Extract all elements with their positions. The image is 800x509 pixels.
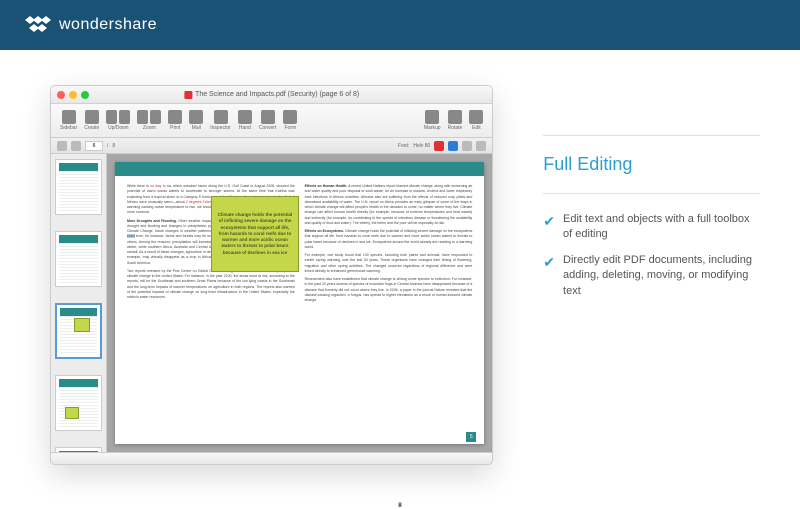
minimize-button[interactable] [69, 91, 77, 99]
convert-icon [261, 110, 275, 124]
zoom-icon [137, 110, 161, 124]
app-window: The Science and Impacts.pdf (Security) (… [50, 85, 493, 465]
sidebar-icon [62, 110, 76, 124]
divider [543, 135, 760, 136]
thumbnail-page[interactable] [55, 375, 102, 431]
print-icon [168, 110, 182, 124]
updown-tool[interactable]: Up/Down [103, 110, 133, 131]
logo: wondershare [25, 16, 157, 34]
main-toolbar: Sidebar Create Up/Down Zoom Print Mail I… [51, 104, 492, 138]
rotate-icon [448, 110, 462, 124]
font-label: Font: [398, 143, 409, 149]
pdf-page: Climate change holds the potential of in… [115, 162, 484, 444]
thumbnail-page[interactable] [55, 231, 102, 287]
page-body: Climate change holds the potential of in… [115, 176, 484, 444]
hand-icon [238, 110, 252, 124]
align-tool[interactable] [462, 141, 472, 151]
page-separator: / [107, 143, 108, 149]
mail-tool[interactable]: Mail [186, 110, 206, 131]
inspector-tool[interactable]: Inspector [207, 110, 234, 131]
feature-item: ✔ Edit text and objects with a full tool… [543, 212, 760, 243]
mail-icon [189, 110, 203, 124]
feature-title: Full Editing [543, 154, 760, 175]
convert-tool[interactable]: Convert [256, 110, 280, 131]
create-icon [85, 110, 99, 124]
check-icon: ✔ [543, 253, 555, 299]
rotate-tool[interactable]: Rotate [445, 110, 466, 131]
check-icon: ✔ [543, 212, 555, 243]
window-title: The Science and Impacts.pdf (Security) (… [184, 91, 359, 99]
content-area: The Science and Impacts.pdf (Security) (… [0, 50, 800, 500]
nav-forward-button[interactable] [71, 141, 81, 151]
column-right[interactable]: Effects on Human Health. A recent United… [305, 184, 473, 436]
print-tool[interactable]: Print [165, 110, 185, 131]
inspector-icon [214, 110, 228, 124]
document-area: 4 5 6 7 8 Climate change holds the poten… [51, 154, 492, 452]
secondary-toolbar: 6 / 8 Font: Helv 80 [51, 138, 492, 154]
pdf-file-icon [184, 91, 192, 99]
close-button[interactable] [57, 91, 65, 99]
window-titlebar: The Science and Impacts.pdf (Security) (… [51, 86, 492, 104]
page-number-input[interactable]: 6 [85, 141, 103, 151]
feature-panel: Full Editing ✔ Edit text and objects wit… [533, 85, 770, 470]
sidebar-tool[interactable]: Sidebar [57, 110, 80, 131]
form-tool[interactable]: Form [280, 110, 300, 131]
page-viewport[interactable]: Climate change holds the potential of in… [107, 154, 492, 452]
feature-item: ✔ Directly edit PDF documents, including… [543, 253, 760, 299]
divider [543, 193, 760, 194]
page-total: 8 [112, 143, 115, 149]
nav-back-button[interactable] [57, 141, 67, 151]
form-icon [283, 110, 297, 124]
page-header-band [115, 162, 484, 176]
traffic-lights [57, 91, 89, 99]
markup-tool[interactable]: Markup [421, 110, 444, 131]
statusbar [51, 452, 492, 464]
color-swatch-blue[interactable] [448, 141, 458, 151]
font-value[interactable]: Helv 80 [413, 143, 430, 149]
hand-tool[interactable]: Hand [235, 110, 255, 131]
brand-header: wondershare [0, 0, 800, 50]
style-tool[interactable] [476, 141, 486, 151]
markup-icon [425, 110, 439, 124]
edit-tool[interactable]: Edit [466, 110, 486, 131]
page-number-badge: 5 [466, 432, 476, 442]
thumbnail-panel: 4 5 6 7 8 [51, 154, 107, 452]
callout-box[interactable]: Climate change holds the potential of in… [211, 196, 299, 272]
thumbnail-page[interactable] [55, 159, 102, 215]
brand-name: wondershare [59, 16, 157, 34]
thumbnail-page[interactable] [55, 447, 102, 452]
maximize-button[interactable] [81, 91, 89, 99]
create-tool[interactable]: Create [81, 110, 102, 131]
zoom-tool[interactable]: Zoom [134, 110, 164, 131]
wondershare-logo-icon [25, 16, 51, 34]
color-swatch-red[interactable] [434, 141, 444, 151]
edit-icon [469, 110, 483, 124]
thumbnail-page-active[interactable] [55, 303, 102, 359]
updown-icon [106, 110, 130, 124]
